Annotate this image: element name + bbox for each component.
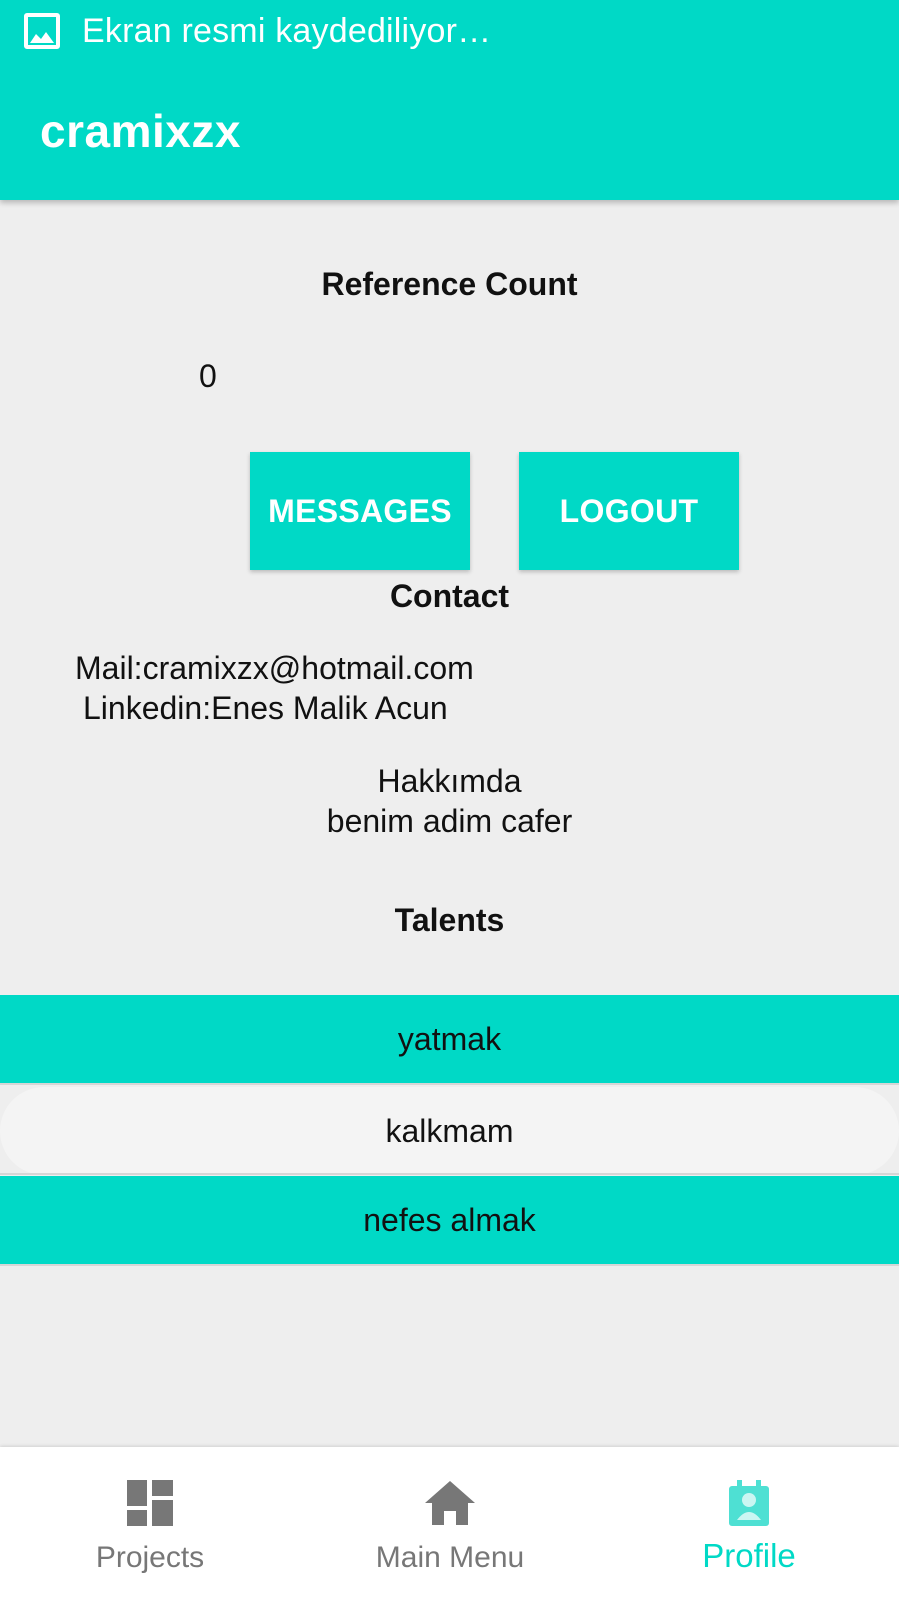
logout-button[interactable]: LOGOUT xyxy=(519,452,739,570)
divider xyxy=(0,1264,899,1266)
nav-label-profile: Profile xyxy=(702,1537,796,1574)
reference-count-heading: Reference Count xyxy=(321,266,578,302)
nav-label-projects: Projects xyxy=(95,1541,205,1574)
contact-heading: Contact xyxy=(389,578,510,614)
talent-item[interactable]: nefes almak xyxy=(0,1176,899,1264)
contact-linkedin: Linkedin:Enes Malik Acun xyxy=(83,690,448,726)
talent-item[interactable]: yatmak xyxy=(0,995,899,1083)
about-text: benim adim cafer xyxy=(326,803,573,839)
nav-label-main-menu: Main Menu xyxy=(375,1541,525,1574)
divider xyxy=(0,1083,899,1085)
about-heading: Hakkımda xyxy=(377,763,522,799)
talents-heading: Talents xyxy=(394,902,505,938)
profile-badge-icon xyxy=(729,1479,769,1527)
nav-item-main-menu[interactable]: Main Menu xyxy=(300,1447,600,1599)
screenshot-image-icon xyxy=(24,13,60,49)
nav-item-profile[interactable]: Profile xyxy=(599,1447,899,1599)
nav-item-projects[interactable]: Projects xyxy=(0,1447,300,1599)
status-text: Ekran resmi kaydediliyor… xyxy=(82,11,492,50)
app-bar: Ekran resmi kaydediliyor… cramixzx xyxy=(0,0,899,200)
bottom-navigation: Projects Main Menu Profile xyxy=(0,1447,899,1599)
contact-mail: Mail:cramixzx@hotmail.com xyxy=(75,650,474,686)
app-title: cramixzx xyxy=(40,105,241,157)
dashboard-icon xyxy=(127,1479,173,1527)
status-notification: Ekran resmi kaydediliyor… xyxy=(24,8,491,54)
reference-count-value: 0 xyxy=(199,358,217,394)
messages-button[interactable]: MESSAGES xyxy=(250,452,470,570)
home-icon xyxy=(425,1479,475,1527)
talent-item[interactable]: kalkmam xyxy=(0,1087,899,1175)
divider xyxy=(0,1173,899,1175)
